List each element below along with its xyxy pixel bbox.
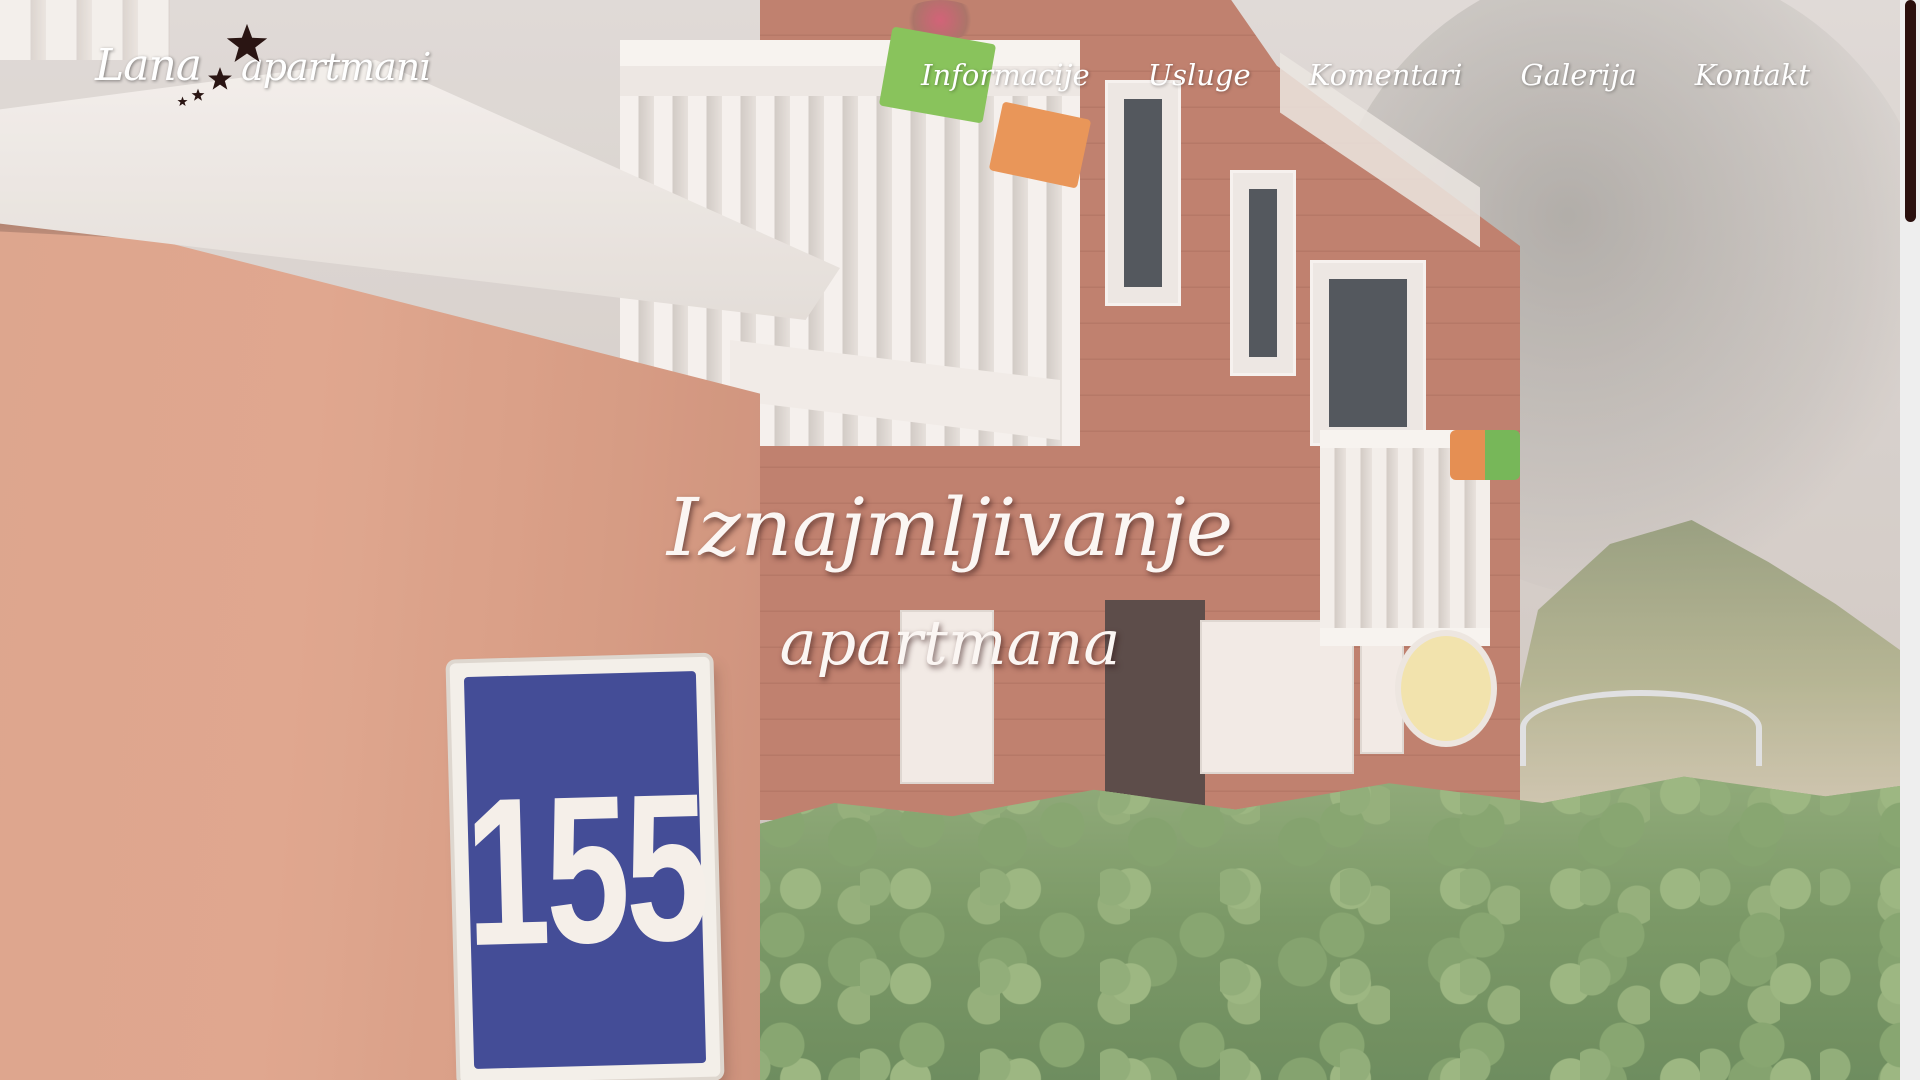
logo-first-word: Lana — [95, 40, 202, 91]
main-navigation: Informacije Usluge Komentari Galerija Ko… — [863, 58, 1810, 92]
nav-item-komentari[interactable]: Komentari — [1309, 58, 1463, 92]
star-large-icon — [226, 23, 268, 62]
page-scrollbar[interactable] — [1900, 0, 1920, 1080]
nav-item-kontakt[interactable]: Kontakt — [1695, 58, 1810, 92]
site-logo[interactable]: Lana apartmani — [95, 18, 431, 118]
scrollbar-thumb[interactable] — [1905, 0, 1916, 222]
nav-item-informacije[interactable]: Informacije — [921, 58, 1090, 92]
nav-item-usluge[interactable]: Usluge — [1148, 58, 1251, 92]
star-small-icon — [177, 96, 188, 106]
logo-second-word: apartmani — [241, 45, 431, 89]
hero-title: Iznajmljivanje — [666, 481, 1234, 574]
hero-subtitle: apartmana — [779, 606, 1121, 679]
nav-item-galerija[interactable]: Galerija — [1520, 58, 1636, 92]
star-medium-icon — [208, 67, 232, 90]
star-small-icon — [191, 88, 205, 101]
